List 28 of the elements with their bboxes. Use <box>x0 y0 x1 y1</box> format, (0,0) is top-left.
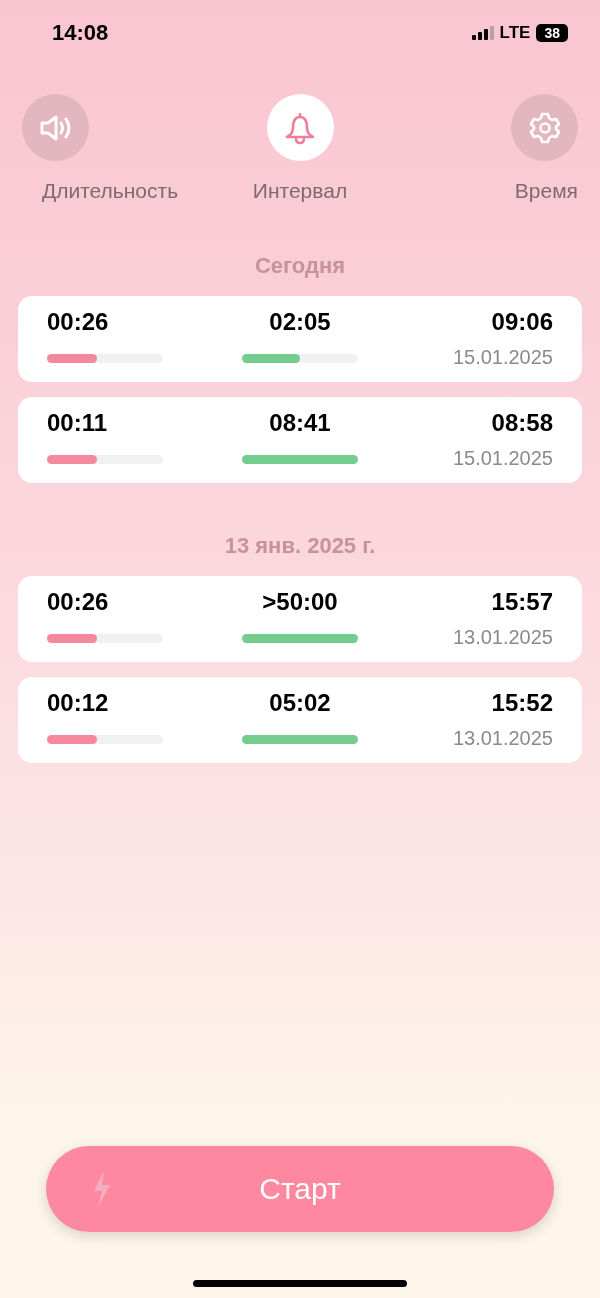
status-time: 14:08 <box>52 20 109 46</box>
tab-label: Время <box>514 179 578 203</box>
interval-value: 02:05 <box>269 308 331 336</box>
lightning-icon <box>92 1171 112 1207</box>
tab-label: Интервал <box>252 179 348 203</box>
interval-value: >50:00 <box>262 588 338 616</box>
duration-value: 00:26 <box>47 588 110 616</box>
start-button[interactable]: Старт <box>46 1146 554 1232</box>
battery-indicator: 38 <box>536 24 568 42</box>
date-label: 15.01.2025 <box>452 447 553 470</box>
duration-value: 00:11 <box>47 409 109 437</box>
time-value: 09:06 <box>491 308 553 336</box>
section-heading: Сегодня <box>253 253 347 279</box>
date-label: 15.01.2025 <box>452 346 553 369</box>
interval-value: 05:02 <box>269 689 331 717</box>
network-label: LTE <box>499 23 531 43</box>
tab-label: Длительность <box>42 179 179 203</box>
signal-icon <box>471 26 494 40</box>
section-heading: 13 янв. 2025 г. <box>223 533 377 559</box>
date-label: 13.01.2025 <box>452 626 553 649</box>
time-value: 15:52 <box>491 689 553 717</box>
duration-value: 00:26 <box>47 308 110 336</box>
date-label: 13.01.2025 <box>452 727 553 750</box>
interval-value: 08:41 <box>269 409 331 437</box>
time-value: 15:57 <box>491 588 553 616</box>
duration-value: 00:12 <box>47 689 110 717</box>
time-value: 08:58 <box>491 409 553 437</box>
gear-icon <box>527 110 562 145</box>
